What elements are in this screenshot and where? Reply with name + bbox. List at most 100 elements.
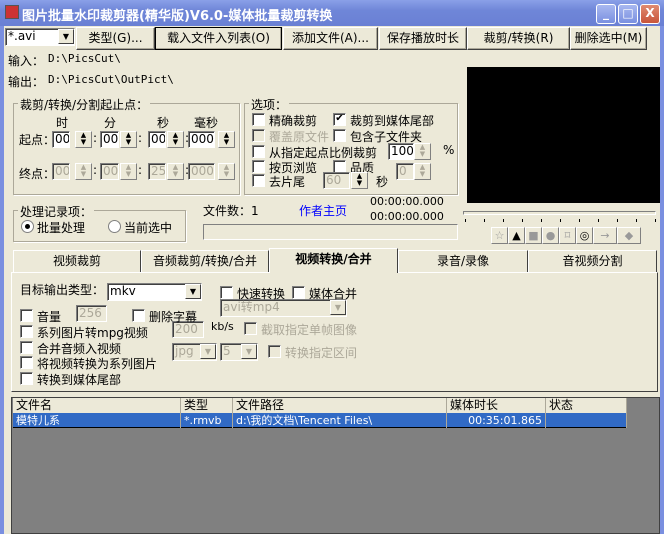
square-icon[interactable]: ■ <box>525 227 542 244</box>
column-header[interactable]: 媒体时长 <box>447 398 546 413</box>
frame-icon[interactable]: ⌑ <box>559 227 576 244</box>
image-number-select[interactable]: 5 ▼ <box>220 343 258 361</box>
table-cell: d:\我的文档\Tencent Files\ <box>233 413 447 428</box>
chevron-down-icon[interactable]: ▼ <box>58 29 74 44</box>
column-header[interactable]: 状态 <box>546 398 627 413</box>
time-total: 00:00:00.000 <box>370 210 444 223</box>
to-end-checkbox[interactable]: ✔ <box>333 113 346 126</box>
tab-3[interactable]: 录音/录像 <box>398 250 528 272</box>
capture-frame-label: 截取指定单帧图像 <box>261 323 358 337</box>
end-time-input-0[interactable]: 00 <box>52 163 70 180</box>
colon-separator: : <box>138 163 143 177</box>
end-time-input-1[interactable]: 00 <box>100 163 119 180</box>
slider-tick <box>598 219 599 222</box>
start-time-input-3[interactable]: 000 <box>188 131 215 148</box>
chevron-down-icon[interactable]: ▼ <box>200 344 216 359</box>
start-time-input-1[interactable]: 00 <box>100 131 119 148</box>
overwrite-checkbox[interactable] <box>252 129 265 142</box>
end-time-input-3[interactable]: 000 <box>188 163 215 180</box>
merge-audio-checkbox[interactable] <box>20 341 33 354</box>
triangle-icon[interactable]: ▲ <box>508 227 525 244</box>
file-count: 文件数：1 <box>203 204 259 218</box>
start-time-input-0[interactable]: 00 <box>52 131 70 148</box>
arrow-icon[interactable]: → <box>593 227 617 244</box>
end-time-spinner-0[interactable]: ▲ ▼ <box>75 163 92 180</box>
end-time-spinner-1[interactable]: ▲ ▼ <box>120 163 137 180</box>
ratio-checkbox[interactable] <box>252 145 265 158</box>
ratio-input[interactable]: 100 <box>388 143 414 160</box>
start-time-spinner-0[interactable]: ▲ ▼ <box>75 131 92 148</box>
merge-checkbox[interactable] <box>292 286 305 299</box>
quality-input[interactable]: 0 <box>396 163 414 180</box>
output-path: D:\PicsCut\OutPict\ <box>48 73 174 86</box>
precise-checkbox[interactable] <box>252 113 265 126</box>
start-time-spinner-1[interactable]: ▲ ▼ <box>120 131 137 148</box>
page-view-checkbox[interactable] <box>252 160 265 173</box>
trim-tail-checkbox[interactable] <box>252 174 265 187</box>
fast-checkbox[interactable] <box>220 286 233 299</box>
to-images-checkbox[interactable] <box>20 356 33 369</box>
author-homepage-link[interactable]: 作者主页 <box>299 202 347 219</box>
tail-input[interactable]: 60 <box>323 172 350 189</box>
end-time-spinner-2[interactable]: ▲ ▼ <box>167 163 184 180</box>
app-icon <box>5 5 19 19</box>
tab-2[interactable]: 视频转换/合并 <box>269 248 398 273</box>
volume-label: 音量 <box>37 310 62 324</box>
tail-spinner[interactable]: ▲ ▼ <box>351 172 368 189</box>
maximize-button[interactable]: □ <box>618 4 638 24</box>
current-radio[interactable] <box>108 220 121 233</box>
tab-1[interactable]: 音频裁剪/转换/合并 <box>141 250 269 272</box>
ratio-spinner[interactable]: ▲ ▼ <box>414 143 431 160</box>
minimize-button[interactable]: _ <box>596 4 616 24</box>
load-files-button[interactable]: 载入文件入列表(O) <box>155 27 282 50</box>
column-header[interactable]: 文件路径 <box>233 398 447 413</box>
slider-tick <box>636 219 637 222</box>
image-format-select[interactable]: jpg ▼ <box>172 343 217 361</box>
column-header[interactable]: 类型 <box>181 398 233 413</box>
file-filter-select[interactable]: *.avi ▼ <box>5 28 75 46</box>
target-icon[interactable]: ◎ <box>576 227 593 244</box>
seek-slider[interactable] <box>463 211 656 215</box>
star-icon[interactable]: ☆ <box>491 227 508 244</box>
subfolders-checkbox[interactable] <box>333 129 346 142</box>
merge-label: 媒体合并 <box>309 287 358 301</box>
volume-checkbox[interactable] <box>20 309 33 322</box>
capture-frame-checkbox[interactable] <box>244 322 257 335</box>
start-time-spinner-3[interactable]: ▲ ▼ <box>218 131 235 148</box>
tab-0[interactable]: 视频裁剪 <box>13 250 141 272</box>
img-to-mpg-checkbox[interactable] <box>20 325 33 338</box>
chevron-down-icon[interactable]: ▼ <box>330 300 346 315</box>
slider-tick <box>522 219 523 222</box>
preset-value: avi转mp4 <box>223 300 280 314</box>
start-time-input-2[interactable]: 00 <box>148 131 166 148</box>
cut-convert-button[interactable]: 裁剪/转换(R) <box>467 27 570 50</box>
delete-selected-button[interactable]: 删除选中(M) <box>570 27 647 50</box>
volume-input[interactable]: 256 <box>76 305 107 322</box>
slider-tick <box>465 219 466 222</box>
chevron-down-icon[interactable]: ▼ <box>185 284 201 299</box>
batch-label: 批量处理 <box>37 221 86 235</box>
end-time-input-2[interactable]: 25 <box>148 163 166 180</box>
diamond-icon[interactable]: ◆ <box>617 227 641 244</box>
add-file-button[interactable]: 添加文件(A)... <box>283 27 378 50</box>
hour-header: 时 <box>56 116 69 130</box>
close-button[interactable]: X <box>640 4 660 24</box>
quality-spinner[interactable]: ▲ ▼ <box>414 163 431 180</box>
slider-tick <box>541 219 542 222</box>
end-time-spinner-3[interactable]: ▲ ▼ <box>218 163 235 180</box>
start-time-spinner-2[interactable]: ▲ ▼ <box>167 131 184 148</box>
circle-icon[interactable]: ● <box>542 227 559 244</box>
remove-sub-checkbox[interactable] <box>132 309 145 322</box>
target-type-select[interactable]: mkv ▼ <box>107 283 202 301</box>
tab-4[interactable]: 音视频分割 <box>528 250 657 272</box>
convert-range-checkbox[interactable] <box>268 345 281 358</box>
table-row[interactable]: 模特儿系 *.rmvb d:\我的文档\Tencent Files\ 00:35:01… <box>13 413 627 428</box>
type-button[interactable]: 类型(G)... <box>76 27 155 50</box>
chevron-down-icon[interactable]: ▼ <box>241 344 257 359</box>
slider-tick <box>617 219 618 222</box>
to-media-end-checkbox[interactable] <box>20 372 33 385</box>
column-header[interactable]: 文件名 <box>13 398 181 413</box>
save-duration-button[interactable]: 保存播放时长 <box>379 27 467 50</box>
batch-radio[interactable] <box>21 220 34 233</box>
file-list[interactable]: 文件名 类型 文件路径 媒体时长 状态 模特儿系 *.rmvb d:\我的文档\Tencen… <box>11 397 660 534</box>
